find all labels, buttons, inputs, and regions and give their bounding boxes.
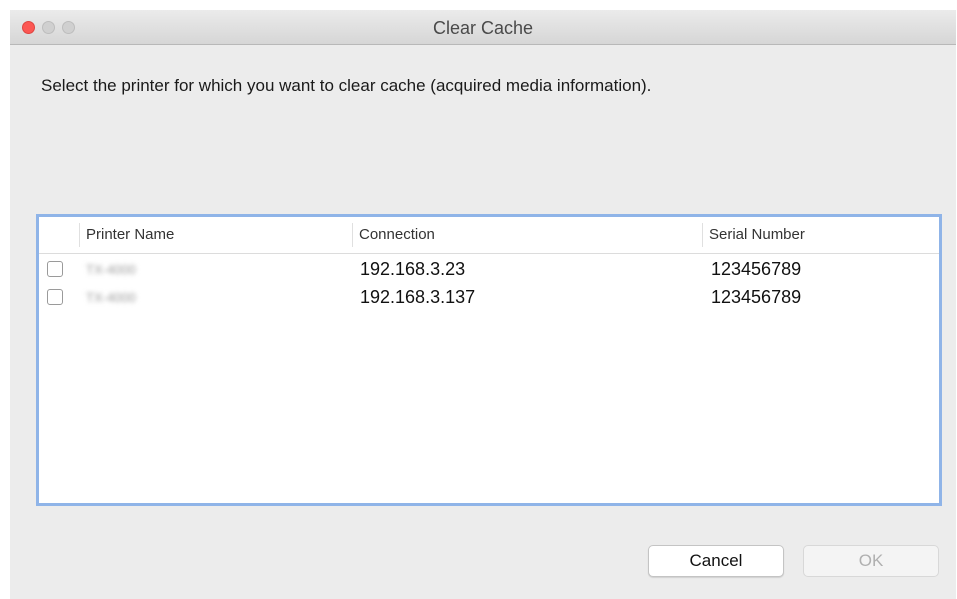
serial-number-cell: 123456789 bbox=[711, 259, 802, 279]
title-bar[interactable]: Clear Cache bbox=[10, 10, 956, 45]
serial-number-cell: 123456789 bbox=[711, 287, 802, 307]
window-title: Clear Cache bbox=[432, 18, 534, 38]
column-separator bbox=[79, 223, 80, 247]
column-header-serial-number[interactable]: Serial Number bbox=[709, 226, 805, 243]
row-checkbox[interactable] bbox=[47, 261, 63, 277]
table-header: Printer Name Connection Serial Number bbox=[39, 217, 939, 254]
clear-cache-dialog: Clear Cache Select the printer for which… bbox=[10, 10, 956, 599]
instruction-text: Select the printer for which you want to… bbox=[41, 76, 652, 95]
table-row[interactable]: TX-4000 192.168.3.23 123456789 bbox=[39, 255, 939, 283]
printer-table[interactable]: Printer Name Connection Serial Number TX… bbox=[36, 214, 942, 506]
cancel-button[interactable]: Cancel bbox=[648, 545, 784, 577]
column-header-connection[interactable]: Connection bbox=[359, 226, 435, 243]
column-separator bbox=[702, 223, 703, 247]
table-row[interactable]: TX-4000 192.168.3.137 123456789 bbox=[39, 283, 939, 311]
connection-cell: 192.168.3.23 bbox=[360, 259, 466, 279]
printer-name-cell: TX-4000 bbox=[86, 262, 136, 277]
column-separator bbox=[352, 223, 353, 247]
column-header-printer-name[interactable]: Printer Name bbox=[86, 226, 174, 243]
ok-button[interactable]: OK bbox=[803, 545, 939, 577]
printer-name-cell: TX-4000 bbox=[86, 290, 136, 305]
connection-cell: 192.168.3.137 bbox=[360, 287, 476, 307]
row-checkbox[interactable] bbox=[47, 289, 63, 305]
